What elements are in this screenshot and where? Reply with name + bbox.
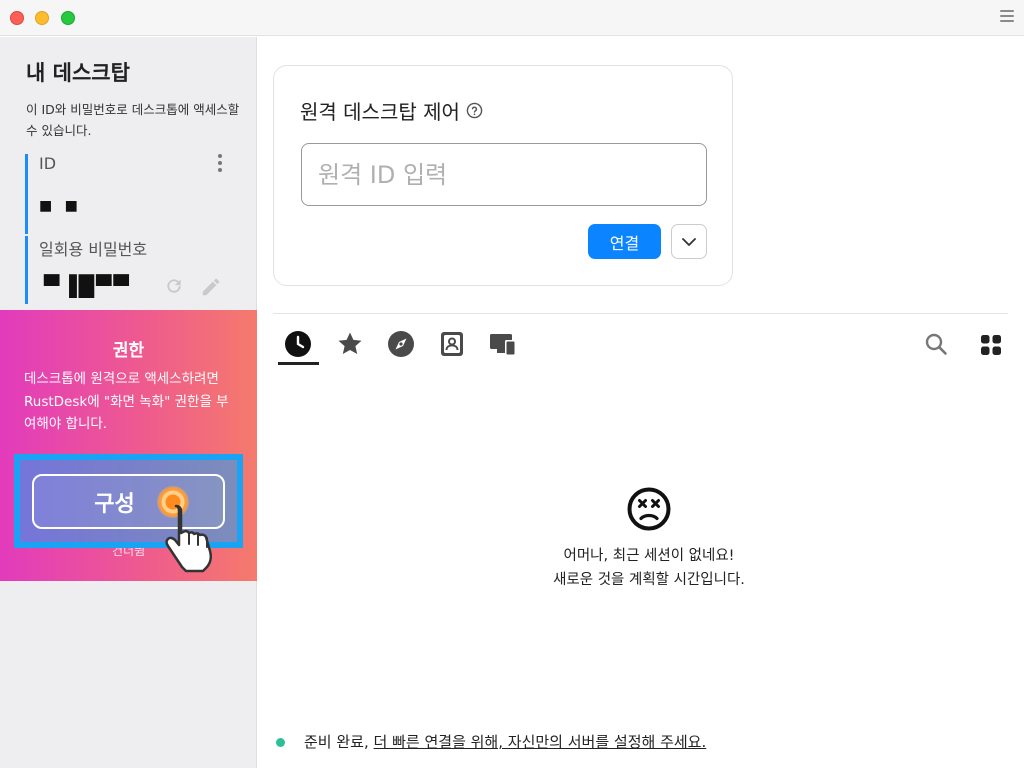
search-icon[interactable] [924, 332, 948, 356]
permission-title: 권한 [112, 341, 145, 361]
refresh-password-icon[interactable] [164, 276, 184, 296]
sad-face-icon [627, 487, 671, 531]
close-window-button[interactable] [10, 11, 24, 25]
status-bar: 준비 완료, 더 빠른 연결을 위해, 자신만의 서버를 설정해 주세요. [258, 716, 1024, 768]
active-tab-indicator [278, 362, 319, 365]
chevron-down-icon [682, 237, 696, 246]
id-label: ID [39, 154, 57, 173]
id-value[interactable]: ■ ■ [39, 198, 82, 214]
remote-control-title: 원격 데스크탑 제어 [300, 96, 483, 125]
status-text: 준비 완료, 더 빠른 연결을 위해, 자신만의 서버를 설정해 주세요. [304, 731, 706, 752]
remote-control-card: 원격 데스크탑 제어 연결 [273, 65, 733, 286]
password-field: 일회용 비밀번호 ▀▐█▀▀ [25, 236, 225, 304]
grid-view-icon[interactable] [980, 334, 1002, 356]
group-icon[interactable] [489, 330, 517, 358]
title-bar [0, 0, 1024, 36]
address-book-icon[interactable] [438, 330, 466, 358]
password-value[interactable]: ▀▐█▀▀ [44, 274, 131, 298]
remote-id-input[interactable] [301, 143, 707, 206]
remote-control-title-text: 원격 데스크탑 제어 [300, 100, 460, 124]
configure-button-label: 구성 [94, 491, 135, 517]
empty-message-line1: 어머나, 최근 세션이 없네요! [563, 548, 735, 564]
connect-options-button[interactable] [671, 224, 707, 259]
my-desktop-description: 이 ID와 비밀번호로 데스크톱에 액세스할 수 있습니다. [26, 102, 240, 138]
help-icon[interactable] [466, 102, 483, 119]
status-ready-text: 준비 완료, [304, 733, 369, 751]
permission-panel: 권한 데스크톱에 원격으로 액세스하려면 RustDesk에 "화면 녹화" 권… [0, 310, 257, 581]
pointing-hand-icon [165, 504, 213, 573]
maximize-window-button[interactable] [61, 11, 75, 25]
hamburger-menu-icon[interactable] [1000, 10, 1014, 24]
my-desktop-title: 내 데스크탑 [26, 61, 130, 85]
id-field: ID ■ ■ [25, 154, 225, 234]
more-options-icon[interactable] [215, 154, 225, 174]
empty-message: 어머나, 최근 세션이 없네요! 새로운 것을 계획할 시간입니다. [483, 544, 815, 592]
edit-password-icon[interactable] [200, 276, 222, 298]
status-dot-icon [276, 738, 285, 747]
password-label: 일회용 비밀번호 [39, 240, 148, 259]
connect-button[interactable]: 연결 [588, 224, 661, 259]
section-divider [273, 313, 1008, 314]
minimize-window-button[interactable] [35, 11, 49, 25]
favorites-icon[interactable] [336, 330, 364, 358]
empty-message-line2: 새로운 것을 계획할 시간입니다. [553, 572, 745, 588]
recent-sessions-icon[interactable] [284, 330, 312, 358]
permission-text: 데스크톱에 원격으로 액세스하려면 RustDesk에 "화면 녹화" 권한을 … [24, 371, 229, 432]
setup-server-link[interactable]: 더 빠른 연결을 위해, 자신만의 서버를 설정해 주세요. [374, 733, 707, 751]
discovered-icon[interactable] [387, 330, 415, 358]
